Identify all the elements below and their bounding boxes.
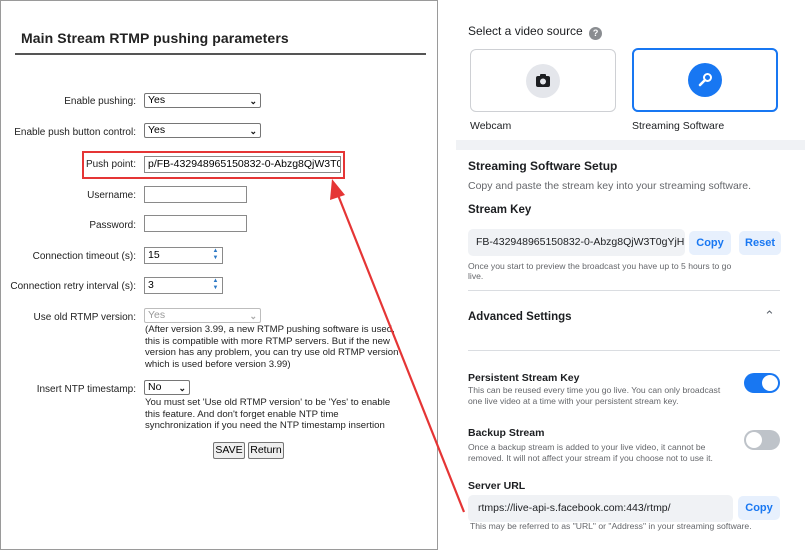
- chevron-down-icon: ⌄: [178, 383, 186, 393]
- setup-description: Copy and paste the stream key into your …: [468, 180, 752, 192]
- ntp-value: No: [148, 381, 162, 393]
- advanced-settings-title[interactable]: Advanced Settings: [468, 311, 572, 323]
- webcam-option[interactable]: [470, 49, 616, 112]
- connection-timeout-value: 15: [148, 249, 160, 261]
- persistent-key-description: This can be reused every time you go liv…: [468, 385, 721, 406]
- toggle-knob: [746, 432, 762, 448]
- streaming-software-label: Streaming Software: [632, 120, 725, 132]
- streaming-setup-card: Streaming Software Setup Copy and paste …: [456, 150, 805, 556]
- password-label: Password:: [89, 220, 136, 231]
- username-label: Username:: [87, 190, 136, 201]
- connection-retry-stepper[interactable]: 3 ▲ ▼: [144, 277, 223, 294]
- server-url-field[interactable]: rtmps://live-api-s.facebook.com:443/rtmp…: [468, 495, 733, 522]
- streaming-software-option[interactable]: [632, 48, 778, 112]
- webcam-label: Webcam: [470, 120, 512, 132]
- backup-stream-description: Once a backup stream is added to your li…: [468, 442, 713, 463]
- persistent-key-title: Persistent Stream Key: [468, 372, 580, 384]
- server-url-note: This may be referred to as "URL" or "Add…: [470, 521, 752, 531]
- persistent-key-toggle[interactable]: [744, 373, 780, 393]
- divider: [468, 290, 780, 291]
- return-button[interactable]: Return: [248, 442, 284, 459]
- connection-retry-value: 3: [148, 279, 154, 291]
- camera-icon: [526, 64, 560, 98]
- source-title: Select a video source ?: [468, 24, 603, 40]
- setup-title: Streaming Software Setup: [468, 159, 618, 173]
- connection-timeout-label: Connection timeout (s):: [32, 251, 136, 262]
- stepper-arrows-icon[interactable]: ▲ ▼: [211, 278, 220, 292]
- enable-pushing-value: Yes: [148, 94, 166, 106]
- streaming-software-icon: [688, 63, 722, 97]
- stream-key-field[interactable]: FB-432948965150832-0-Abzg8QjW3T0gYjH: [468, 229, 685, 256]
- old-rtmp-note: (After version 3.99, a new RTMP pushing …: [145, 324, 399, 370]
- backup-stream-title: Backup Stream: [468, 427, 545, 439]
- old-rtmp-label: Use old RTMP version:: [33, 312, 136, 323]
- enable-pushing-label: Enable pushing:: [64, 96, 136, 107]
- stream-key-title: Stream Key: [468, 204, 532, 216]
- source-title-text: Select a video source: [468, 24, 583, 38]
- copy-server-url-button[interactable]: Copy: [738, 496, 780, 520]
- title-divider: [15, 53, 426, 55]
- page-title: Main Stream RTMP pushing parameters: [21, 30, 289, 46]
- rtmp-settings-panel: Main Stream RTMP pushing parameters Enab…: [0, 0, 438, 550]
- connection-timeout-stepper[interactable]: 15 ▲ ▼: [144, 247, 223, 264]
- chevron-down-icon: ⌄: [249, 126, 257, 136]
- ntp-note: You must set 'Use old RTMP version' to b…: [145, 397, 391, 432]
- video-source-card: Select a video source ? Webcam Streaming…: [456, 0, 805, 140]
- stream-key-note: Once you start to preview the broadcast …: [468, 261, 732, 281]
- username-input[interactable]: [144, 186, 247, 203]
- live-producer-panel: Select a video source ? Webcam Streaming…: [456, 0, 805, 556]
- highlight-box: [82, 151, 345, 179]
- reset-stream-key-button[interactable]: Reset: [739, 231, 781, 255]
- save-button[interactable]: SAVE: [213, 442, 245, 459]
- connection-retry-label: Connection retry interval (s):: [10, 281, 136, 292]
- help-icon[interactable]: ?: [589, 27, 603, 40]
- chevron-up-icon[interactable]: ⌃: [764, 308, 775, 324]
- chevron-down-icon: ⌄: [249, 96, 257, 106]
- divider: [468, 350, 780, 351]
- ntp-select[interactable]: No ⌄: [144, 380, 190, 395]
- enable-push-button-select[interactable]: Yes ⌄: [144, 123, 261, 138]
- password-input[interactable]: [144, 215, 247, 232]
- enable-push-button-value: Yes: [148, 124, 166, 136]
- old-rtmp-select: Yes ⌄: [144, 308, 261, 323]
- server-url-title: Server URL: [468, 480, 526, 492]
- enable-push-button-label: Enable push button control:: [14, 127, 136, 138]
- stepper-arrows-icon[interactable]: ▲ ▼: [211, 248, 220, 262]
- enable-pushing-select[interactable]: Yes ⌄: [144, 93, 261, 108]
- backup-stream-toggle[interactable]: [744, 430, 780, 450]
- old-rtmp-value: Yes: [148, 309, 166, 321]
- ntp-label: Insert NTP timestamp:: [36, 384, 136, 395]
- copy-stream-key-button[interactable]: Copy: [689, 231, 731, 255]
- chevron-down-icon: ⌄: [249, 311, 257, 321]
- toggle-knob: [762, 375, 778, 391]
